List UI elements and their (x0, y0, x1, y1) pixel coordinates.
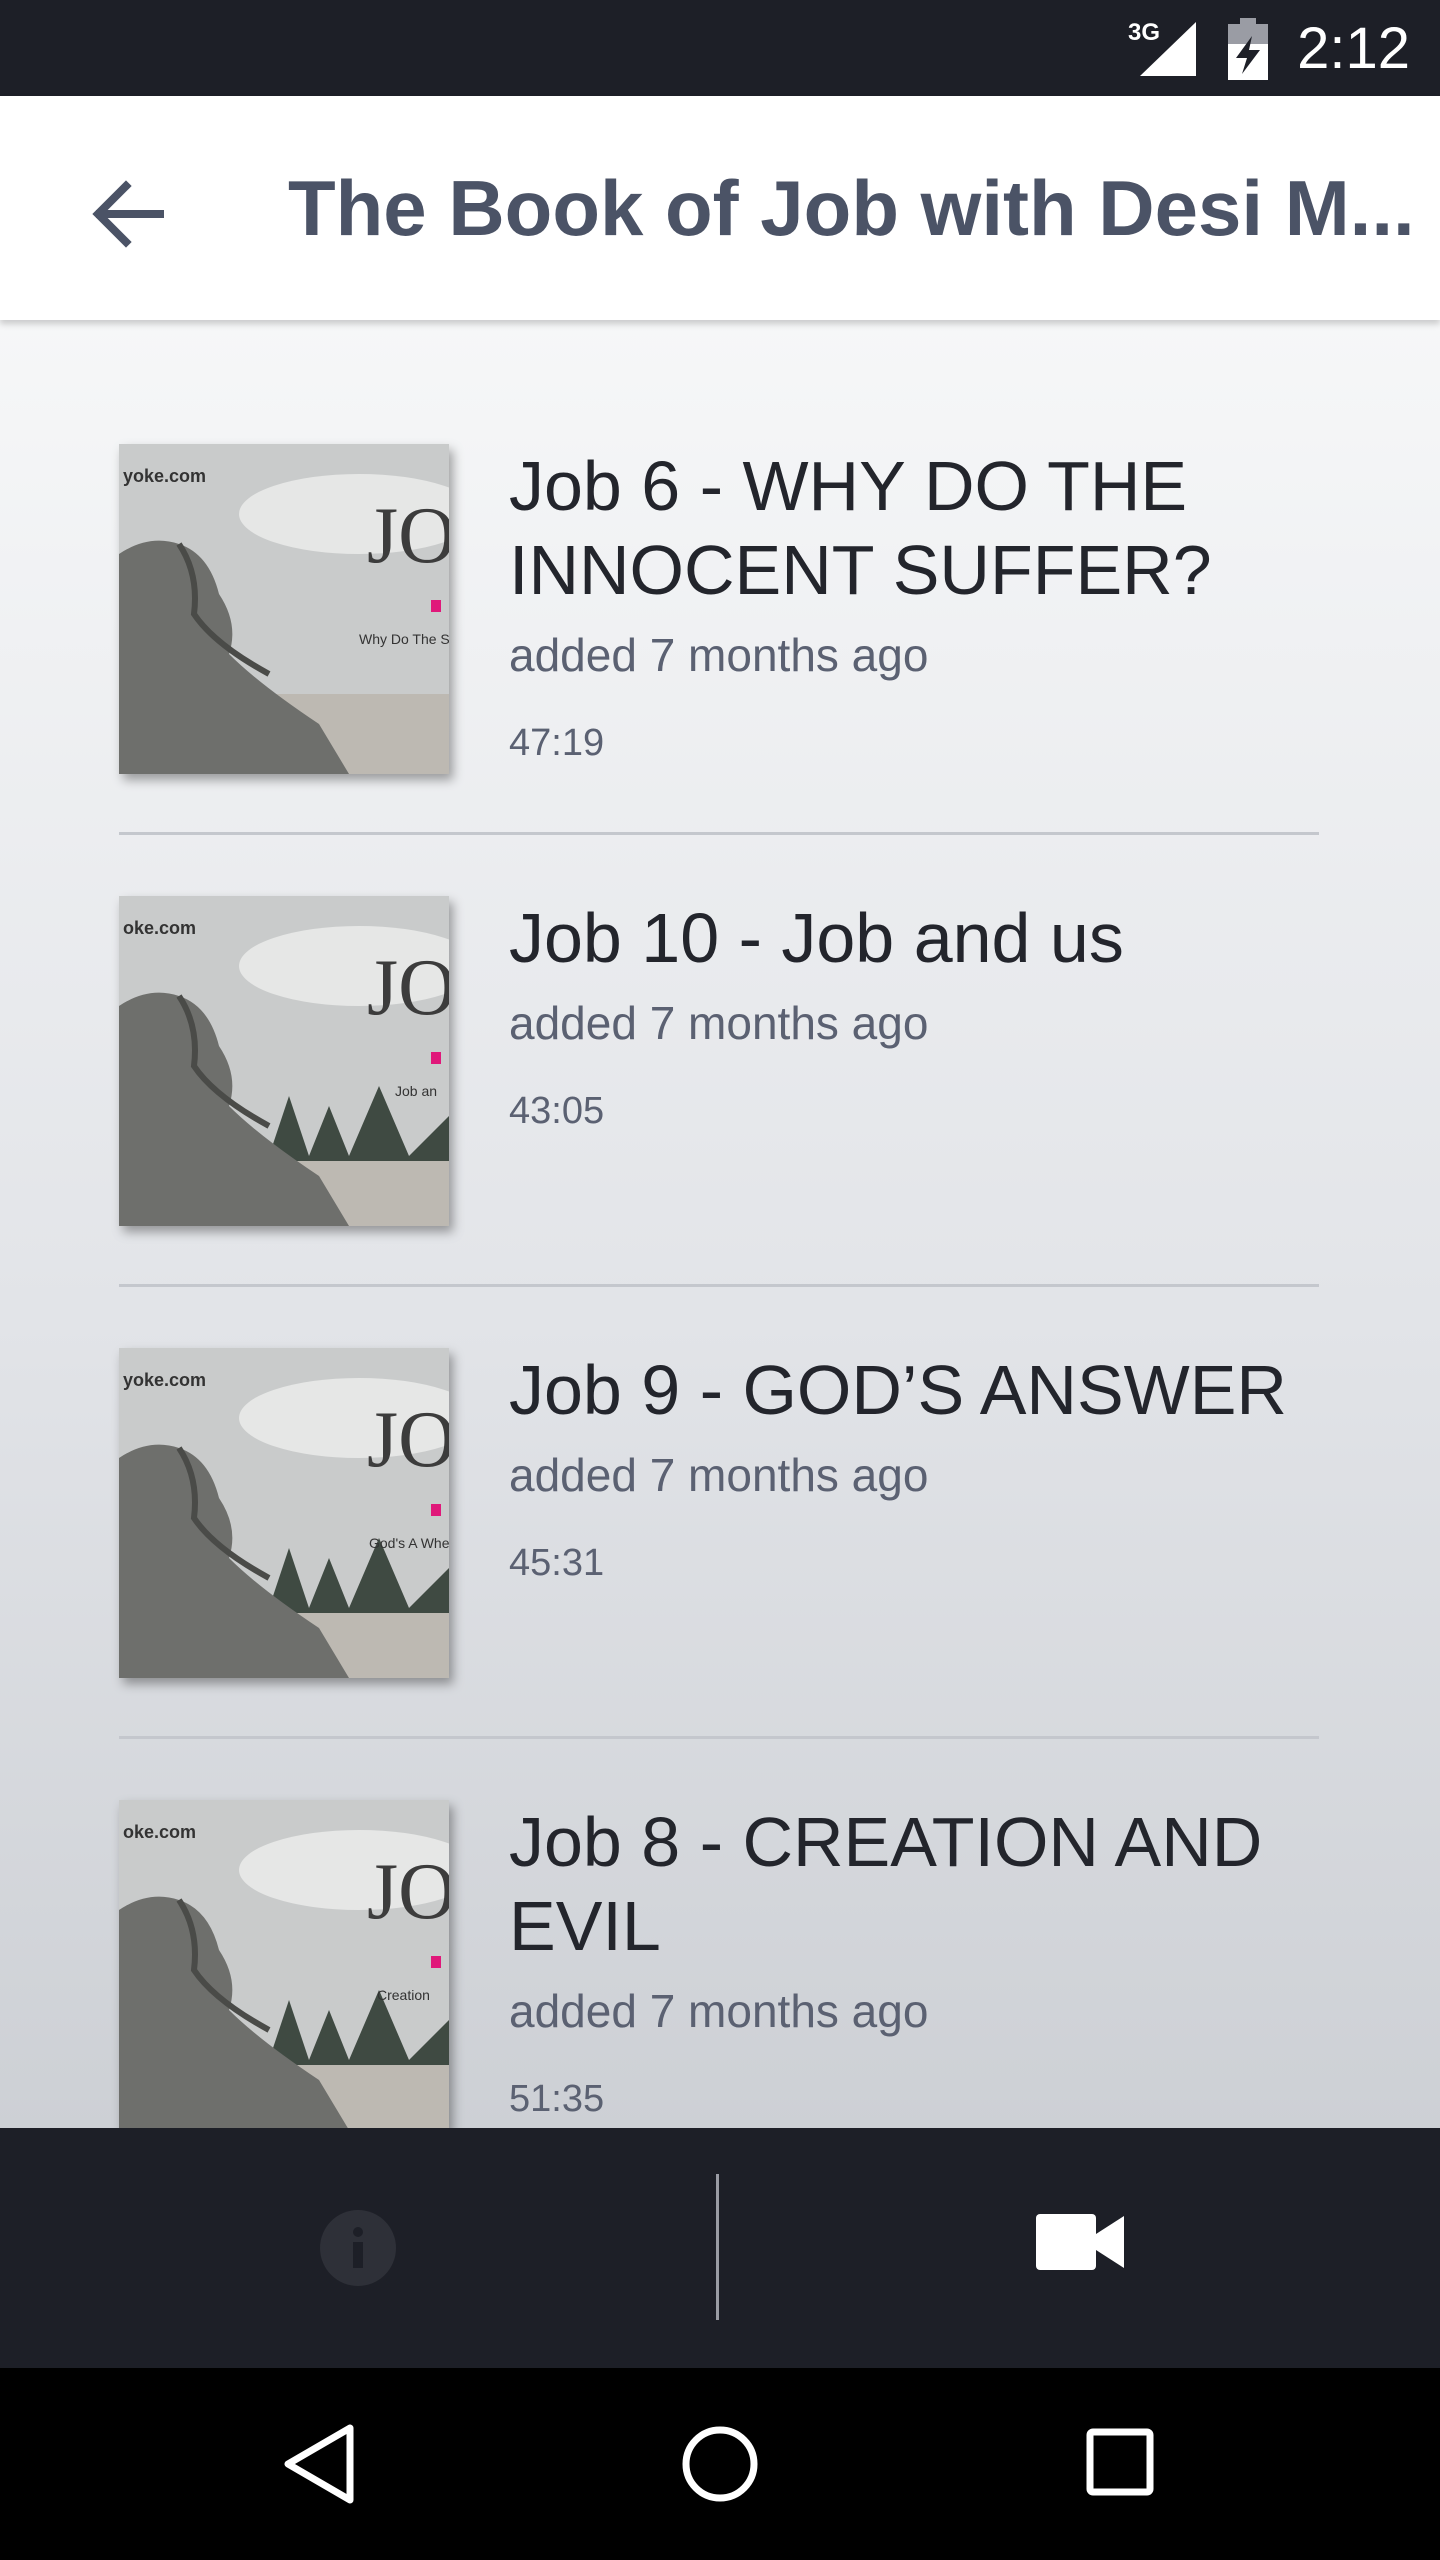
episode-title: Job 10 - Job and us (509, 899, 1124, 977)
list-divider (119, 1736, 1319, 1739)
episode-title: Job 6 - WHY DO THE INNOCENT SUFFER? (509, 447, 1212, 609)
svg-text:JO: JO (367, 944, 449, 1032)
svg-text:yoke.com: yoke.com (123, 466, 206, 486)
list-divider (119, 1284, 1319, 1287)
svg-text:oke.com: oke.com (123, 918, 196, 938)
info-icon[interactable] (318, 2208, 398, 2288)
episode-duration: 47:19 (509, 722, 605, 764)
episode-title: Job 8 - CREATION AND EVIL (509, 1803, 1263, 1965)
cell-signal-icon: 3G (1128, 19, 1196, 76)
svg-text:Why Do The Suffe: Why Do The Suffe (359, 631, 449, 647)
arrow-back-icon[interactable] (80, 166, 176, 262)
svg-text:yoke.com: yoke.com (123, 1370, 206, 1390)
svg-text:oke.com: oke.com (123, 1822, 196, 1842)
episode-duration: 43:05 (509, 1090, 605, 1132)
episode-title: Job 9 - GOD’S ANSWER (509, 1351, 1287, 1429)
episode-added-date: added 7 months ago (509, 997, 929, 1049)
svg-text:JO: JO (367, 1848, 449, 1936)
episode-thumbnail: yoke.com JO Why Do The Suffe (119, 444, 449, 774)
svg-text:God's A Where W: God's A Where W (369, 1535, 449, 1551)
page-title: The Book of Job with Desi M... (288, 164, 1415, 252)
video-camera-icon[interactable] (1036, 2212, 1124, 2272)
battery-charging-icon (1228, 18, 1268, 80)
episode-duration: 51:35 (509, 2078, 605, 2120)
network-type-label: 3G (1128, 19, 1160, 46)
list-divider (119, 832, 1319, 835)
episode-duration: 45:31 (509, 1542, 605, 1584)
episode-thumbnail: oke.com JO Creation (119, 1800, 449, 2128)
nav-home-icon[interactable] (680, 2424, 760, 2504)
svg-text:JO: JO (367, 492, 449, 580)
svg-text:Job an: Job an (395, 1083, 437, 1099)
bottom-action-bar (0, 2128, 1440, 2368)
episode-thumbnail: oke.com JO Job an (119, 896, 449, 1226)
episode-added-date: added 7 months ago (509, 1449, 929, 1501)
status-time: 2:12 (1297, 16, 1410, 81)
nav-back-icon[interactable] (282, 2424, 362, 2504)
bottom-bar-divider (716, 2174, 719, 2320)
svg-text:Creation: Creation (377, 1987, 430, 2003)
nav-recents-icon[interactable] (1086, 2428, 1154, 2496)
svg-text:JO: JO (367, 1396, 449, 1484)
episode-added-date: added 7 months ago (509, 629, 929, 681)
episode-added-date: added 7 months ago (509, 1985, 929, 2037)
episode-thumbnail: yoke.com JO God's A Where W (119, 1348, 449, 1678)
status-bar: 3G 2:12 (0, 0, 1440, 96)
episode-list: yoke.com JO Why Do The Suffe Job 6 - WHY… (0, 320, 1440, 2128)
app-bar: The Book of Job with Desi M... (0, 96, 1440, 320)
